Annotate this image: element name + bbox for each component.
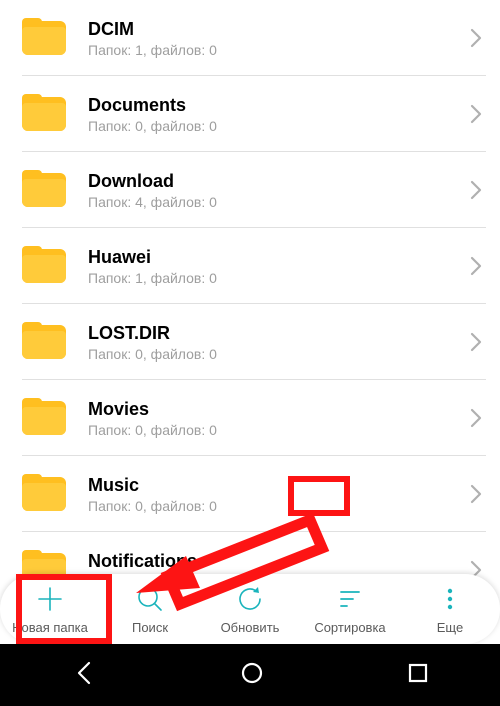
- more-label: Еще: [437, 620, 463, 635]
- folder-row[interactable]: Music Папок: 0, файлов: 0: [0, 456, 500, 532]
- sort-icon: [335, 584, 365, 614]
- more-button[interactable]: Еще: [403, 584, 498, 635]
- chevron-right-icon: [466, 21, 486, 55]
- back-button[interactable]: [71, 660, 97, 691]
- chevron-right-icon: [466, 477, 486, 511]
- folder-meta: Папок: 0, файлов: 0: [88, 422, 466, 438]
- chevron-right-icon: [466, 401, 486, 435]
- folder-name: Notifications: [88, 551, 466, 572]
- sort-button[interactable]: Сортировка: [303, 584, 398, 635]
- folder-meta: Папок: 0, файлов: 0: [88, 346, 466, 362]
- refresh-button[interactable]: Обновить: [203, 584, 298, 635]
- chevron-right-icon: [466, 325, 486, 359]
- folder-meta: Папок: 0, файлов: 0: [88, 118, 466, 134]
- folder-icon: [22, 97, 66, 131]
- folder-name: Movies: [88, 399, 466, 420]
- folder-icon: [22, 401, 66, 435]
- folder-text: DCIM Папок: 1, файлов: 0: [88, 19, 466, 58]
- folder-text: Music Папок: 0, файлов: 0: [88, 475, 466, 514]
- folder-icon: [22, 477, 66, 511]
- more-icon: [435, 584, 465, 614]
- folder-icon: [22, 249, 66, 283]
- folder-text: Movies Папок: 0, файлов: 0: [88, 399, 466, 438]
- folder-row[interactable]: Download Папок: 4, файлов: 0: [0, 152, 500, 228]
- folder-meta: Папок: 1, файлов: 0: [88, 42, 466, 58]
- folder-icon: [22, 173, 66, 207]
- folder-meta: Папок: 0, файлов: 0: [88, 498, 466, 514]
- folder-text: Documents Папок: 0, файлов: 0: [88, 95, 466, 134]
- sort-label: Сортировка: [314, 620, 385, 635]
- refresh-label: Обновить: [221, 620, 280, 635]
- folder-row[interactable]: DCIM Папок: 1, файлов: 0: [0, 0, 500, 76]
- search-icon: [135, 584, 165, 614]
- folder-list: DCIM Папок: 1, файлов: 0 Documents Папок: 0…: [0, 0, 500, 608]
- folder-name: Huawei: [88, 247, 466, 268]
- chevron-right-icon: [466, 249, 486, 283]
- refresh-icon: [235, 584, 265, 614]
- recent-button[interactable]: [407, 662, 429, 689]
- bottom-toolbar: Новая папка Поиск Обновить Сортировка Ещ…: [0, 574, 500, 644]
- folder-row[interactable]: Documents Папок: 0, файлов: 0: [0, 76, 500, 152]
- new-folder-button[interactable]: Новая папка: [3, 584, 98, 635]
- folder-icon: [22, 21, 66, 55]
- folder-name: Download: [88, 171, 466, 192]
- folder-name: LOST.DIR: [88, 323, 466, 344]
- home-button[interactable]: [239, 660, 265, 691]
- search-label: Поиск: [132, 620, 168, 635]
- chevron-right-icon: [466, 173, 486, 207]
- folder-meta: Папок: 1, файлов: 0: [88, 270, 466, 286]
- folder-name: Music: [88, 475, 466, 496]
- folder-text: Huawei Папок: 1, файлов: 0: [88, 247, 466, 286]
- folder-row[interactable]: LOST.DIR Папок: 0, файлов: 0: [0, 304, 500, 380]
- plus-icon: [35, 584, 65, 614]
- search-button[interactable]: Поиск: [103, 584, 198, 635]
- chevron-right-icon: [466, 97, 486, 131]
- new-folder-label: Новая папка: [12, 620, 88, 635]
- folder-row[interactable]: Movies Папок: 0, файлов: 0: [0, 380, 500, 456]
- folder-name: DCIM: [88, 19, 466, 40]
- folder-icon: [22, 325, 66, 359]
- folder-meta: Папок: 4, файлов: 0: [88, 194, 466, 210]
- folder-name: Documents: [88, 95, 466, 116]
- folder-row[interactable]: Huawei Папок: 1, файлов: 0: [0, 228, 500, 304]
- folder-text: LOST.DIR Папок: 0, файлов: 0: [88, 323, 466, 362]
- android-navbar: [0, 644, 500, 706]
- folder-text: Download Папок: 4, файлов: 0: [88, 171, 466, 210]
